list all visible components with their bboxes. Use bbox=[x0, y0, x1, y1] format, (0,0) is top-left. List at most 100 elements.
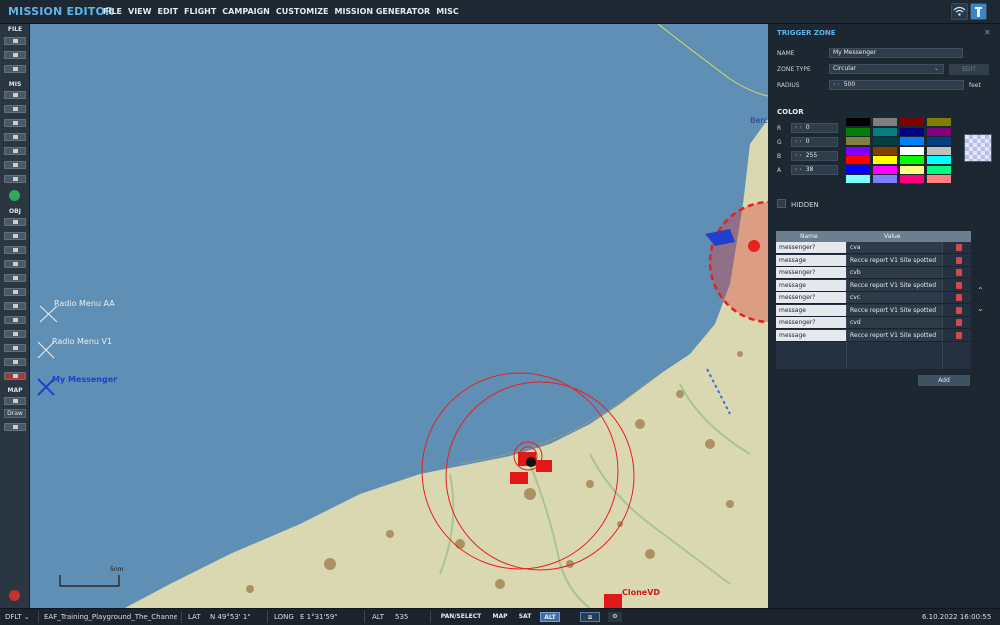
color-swatch[interactable] bbox=[845, 136, 871, 146]
table-row[interactable]: message Recce report V1 Site spotted bbox=[776, 279, 971, 292]
red-unit-2[interactable] bbox=[536, 460, 552, 472]
route-button[interactable] bbox=[4, 302, 26, 310]
briefing-button[interactable] bbox=[4, 91, 26, 99]
color-swatch[interactable] bbox=[845, 164, 871, 175]
trash-icon[interactable] bbox=[956, 319, 962, 326]
color-swatch[interactable] bbox=[926, 136, 952, 146]
color-swatch[interactable] bbox=[872, 155, 898, 165]
open-mission-button[interactable] bbox=[4, 51, 26, 59]
row-name-cell[interactable]: message bbox=[776, 279, 846, 291]
color-swatch[interactable] bbox=[872, 117, 898, 127]
channel-r-stepper[interactable]: ‹ › 0 bbox=[791, 123, 838, 133]
color-swatch[interactable] bbox=[899, 164, 925, 175]
row-name-cell[interactable]: messenger? bbox=[776, 267, 846, 278]
trash-icon[interactable] bbox=[956, 281, 962, 289]
row-name-cell[interactable]: message bbox=[776, 304, 846, 316]
row-value-cell[interactable]: cvb bbox=[847, 267, 942, 278]
stepper-arrows-icon[interactable]: ‹ › bbox=[795, 124, 802, 131]
ruler-button[interactable] bbox=[4, 397, 26, 405]
color-swatch[interactable] bbox=[845, 145, 871, 156]
menu-customize[interactable]: CUSTOMIZE bbox=[276, 7, 329, 16]
row-name-cell[interactable]: messenger? bbox=[776, 317, 846, 328]
red-unit-3[interactable] bbox=[510, 472, 528, 484]
color-swatch[interactable] bbox=[872, 126, 898, 137]
map-label-radio-menu-v1[interactable]: Radio Menu V1 bbox=[52, 337, 112, 346]
row-value-cell[interactable]: cvd bbox=[847, 317, 942, 328]
sat-mode-button[interactable]: SAT bbox=[515, 612, 535, 622]
zone-type-select[interactable]: Circular ⌄ bbox=[829, 64, 944, 74]
color-swatch[interactable] bbox=[872, 164, 898, 175]
ship-button[interactable] bbox=[4, 246, 26, 254]
static-button[interactable] bbox=[4, 274, 26, 282]
color-swatch[interactable] bbox=[899, 155, 925, 165]
row-value-cell[interactable]: cva bbox=[847, 242, 942, 253]
scroll-up-icon[interactable]: ⌃ bbox=[977, 286, 984, 295]
weather-button[interactable] bbox=[4, 105, 26, 113]
stepper-arrows-icon[interactable]: ‹ › bbox=[795, 138, 802, 145]
color-swatch[interactable] bbox=[926, 126, 952, 137]
trash-icon[interactable] bbox=[956, 294, 962, 301]
row-value-cell[interactable]: Recce report V1 Site spotted bbox=[847, 304, 942, 316]
menu-flight[interactable]: FLIGHT bbox=[184, 7, 216, 16]
channel-a-stepper[interactable]: ‹ › 38 bbox=[791, 165, 838, 175]
color-swatch[interactable] bbox=[926, 174, 952, 184]
color-swatch[interactable] bbox=[926, 145, 952, 156]
helicopter-button[interactable] bbox=[4, 232, 26, 240]
color-swatch[interactable] bbox=[845, 155, 871, 165]
table-row[interactable]: message Recce report V1 Site spotted bbox=[776, 304, 971, 317]
tower-icon[interactable] bbox=[970, 3, 987, 20]
color-swatch[interactable] bbox=[926, 155, 952, 165]
close-icon[interactable]: ✕ bbox=[984, 28, 991, 37]
zones-button[interactable] bbox=[4, 133, 26, 141]
scroll-down-icon[interactable]: ⌄ bbox=[977, 304, 984, 313]
map-canvas[interactable] bbox=[30, 24, 768, 608]
color-swatch[interactable] bbox=[872, 145, 898, 156]
group-button[interactable] bbox=[4, 288, 26, 296]
target-button[interactable] bbox=[4, 316, 26, 324]
map-mode-button[interactable]: MAP bbox=[490, 612, 510, 622]
row-name-cell[interactable]: messenger? bbox=[776, 292, 846, 303]
color-swatch[interactable] bbox=[899, 126, 925, 137]
flag-button[interactable] bbox=[4, 147, 26, 155]
stepper-arrows-icon[interactable]: ‹ › bbox=[795, 166, 802, 173]
row-name-cell[interactable]: message bbox=[776, 329, 846, 341]
menu-mission-generator[interactable]: MISSION GENERATOR bbox=[334, 7, 430, 16]
check-button[interactable] bbox=[4, 161, 26, 169]
pan-select-button[interactable]: PAN/SELECT bbox=[437, 612, 485, 622]
row-value-cell[interactable]: Recce report V1 Site spotted bbox=[847, 254, 942, 266]
row-value-cell[interactable]: Recce report V1 Site spotted bbox=[847, 329, 942, 341]
stepper-arrows-icon[interactable]: ‹ › bbox=[795, 152, 802, 159]
trash-icon[interactable] bbox=[956, 256, 962, 264]
table-row[interactable]: message Recce report V1 Site spotted bbox=[776, 329, 971, 342]
color-swatch[interactable] bbox=[926, 164, 952, 175]
layers-icon[interactable]: ≡ bbox=[580, 612, 600, 622]
stepper-arrows-icon[interactable]: ‹ › bbox=[833, 81, 840, 88]
map-view[interactable]: Radio Menu AA Radio Menu V1 My Messenger… bbox=[30, 24, 768, 608]
add-object-icon[interactable] bbox=[9, 190, 20, 201]
vehicle-button[interactable] bbox=[4, 260, 26, 268]
table-row[interactable]: messenger? cvc bbox=[776, 292, 971, 304]
color-swatch[interactable] bbox=[899, 145, 925, 156]
table-row[interactable]: messenger? cva bbox=[776, 242, 971, 254]
trash-icon[interactable] bbox=[956, 331, 962, 339]
profile-select[interactable]: DFLT ⌄ bbox=[5, 613, 30, 621]
row-name-cell[interactable]: messenger? bbox=[776, 242, 846, 253]
triggers-button[interactable] bbox=[4, 119, 26, 127]
radius-stepper[interactable]: ‹ › 500 bbox=[829, 80, 964, 90]
map-label-clonevd[interactable]: CloneVD bbox=[622, 588, 660, 597]
color-swatch[interactable] bbox=[845, 117, 871, 127]
map-label-radio-menu-aa[interactable]: Radio Menu AA bbox=[54, 299, 115, 308]
trash-icon[interactable] bbox=[956, 306, 962, 314]
alt-mode-button[interactable]: ALT bbox=[540, 612, 560, 622]
aircraft-button[interactable] bbox=[4, 218, 26, 226]
color-swatch[interactable] bbox=[845, 126, 871, 137]
channel-g-stepper[interactable]: ‹ › 0 bbox=[791, 137, 838, 147]
row-value-cell[interactable]: Recce report V1 Site spotted bbox=[847, 279, 942, 291]
menu-view[interactable]: VIEW bbox=[128, 7, 151, 16]
save-mission-button[interactable] bbox=[4, 65, 26, 73]
hidden-checkbox[interactable] bbox=[777, 199, 786, 208]
link-button[interactable] bbox=[4, 344, 26, 352]
record-icon[interactable] bbox=[9, 590, 20, 601]
wifi-icon[interactable] bbox=[951, 3, 968, 20]
settings-icon[interactable]: ⚙ bbox=[608, 612, 622, 622]
